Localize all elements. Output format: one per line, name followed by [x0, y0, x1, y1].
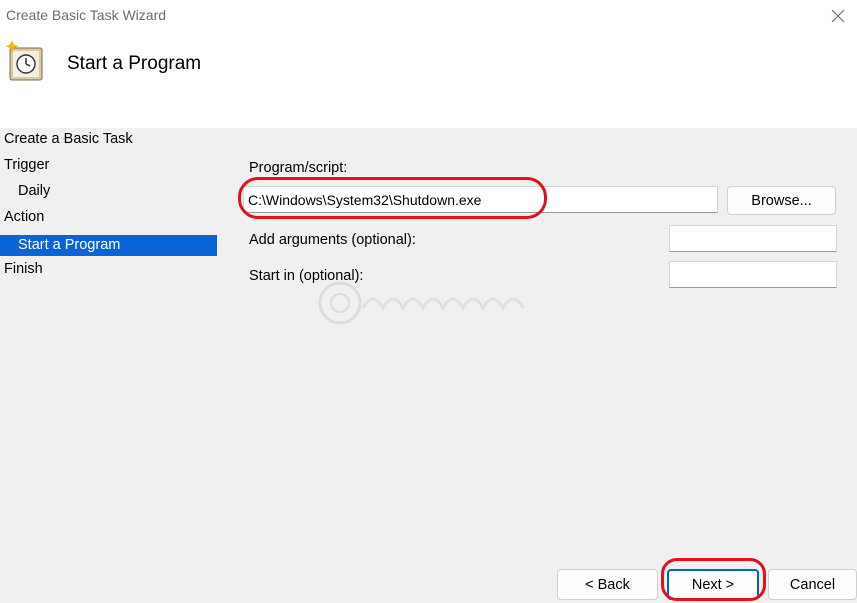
step-action[interactable]: Action [0, 206, 217, 232]
close-icon[interactable] [827, 5, 849, 27]
next-button[interactable]: Next > [667, 569, 759, 600]
step-start-a-program[interactable]: Start a Program [0, 235, 217, 256]
task-scheduler-clock-icon [4, 40, 44, 82]
add-arguments-input[interactable] [669, 225, 837, 252]
add-arguments-label: Add arguments (optional): [249, 232, 416, 248]
browse-button[interactable]: Browse... [727, 186, 836, 215]
window-title: Create Basic Task Wizard [6, 7, 167, 23]
step-create-basic-task[interactable]: Create a Basic Task [0, 128, 217, 154]
step-finish[interactable]: Finish [0, 258, 217, 284]
back-button[interactable]: < Back [557, 569, 658, 600]
wizard-steps: Create a Basic Task Trigger Daily Action… [0, 128, 217, 284]
page-title: Start a Program [67, 53, 202, 74]
wizard-header: Create Basic Task Wizard Start a Program [0, 0, 857, 128]
program-script-label: Program/script: [249, 160, 348, 176]
step-daily[interactable]: Daily [0, 180, 217, 206]
watermark-logo [315, 278, 545, 328]
step-trigger[interactable]: Trigger [0, 154, 217, 180]
cancel-button[interactable]: Cancel [768, 569, 857, 600]
program-script-input[interactable] [243, 186, 718, 213]
start-in-input[interactable] [669, 261, 837, 288]
